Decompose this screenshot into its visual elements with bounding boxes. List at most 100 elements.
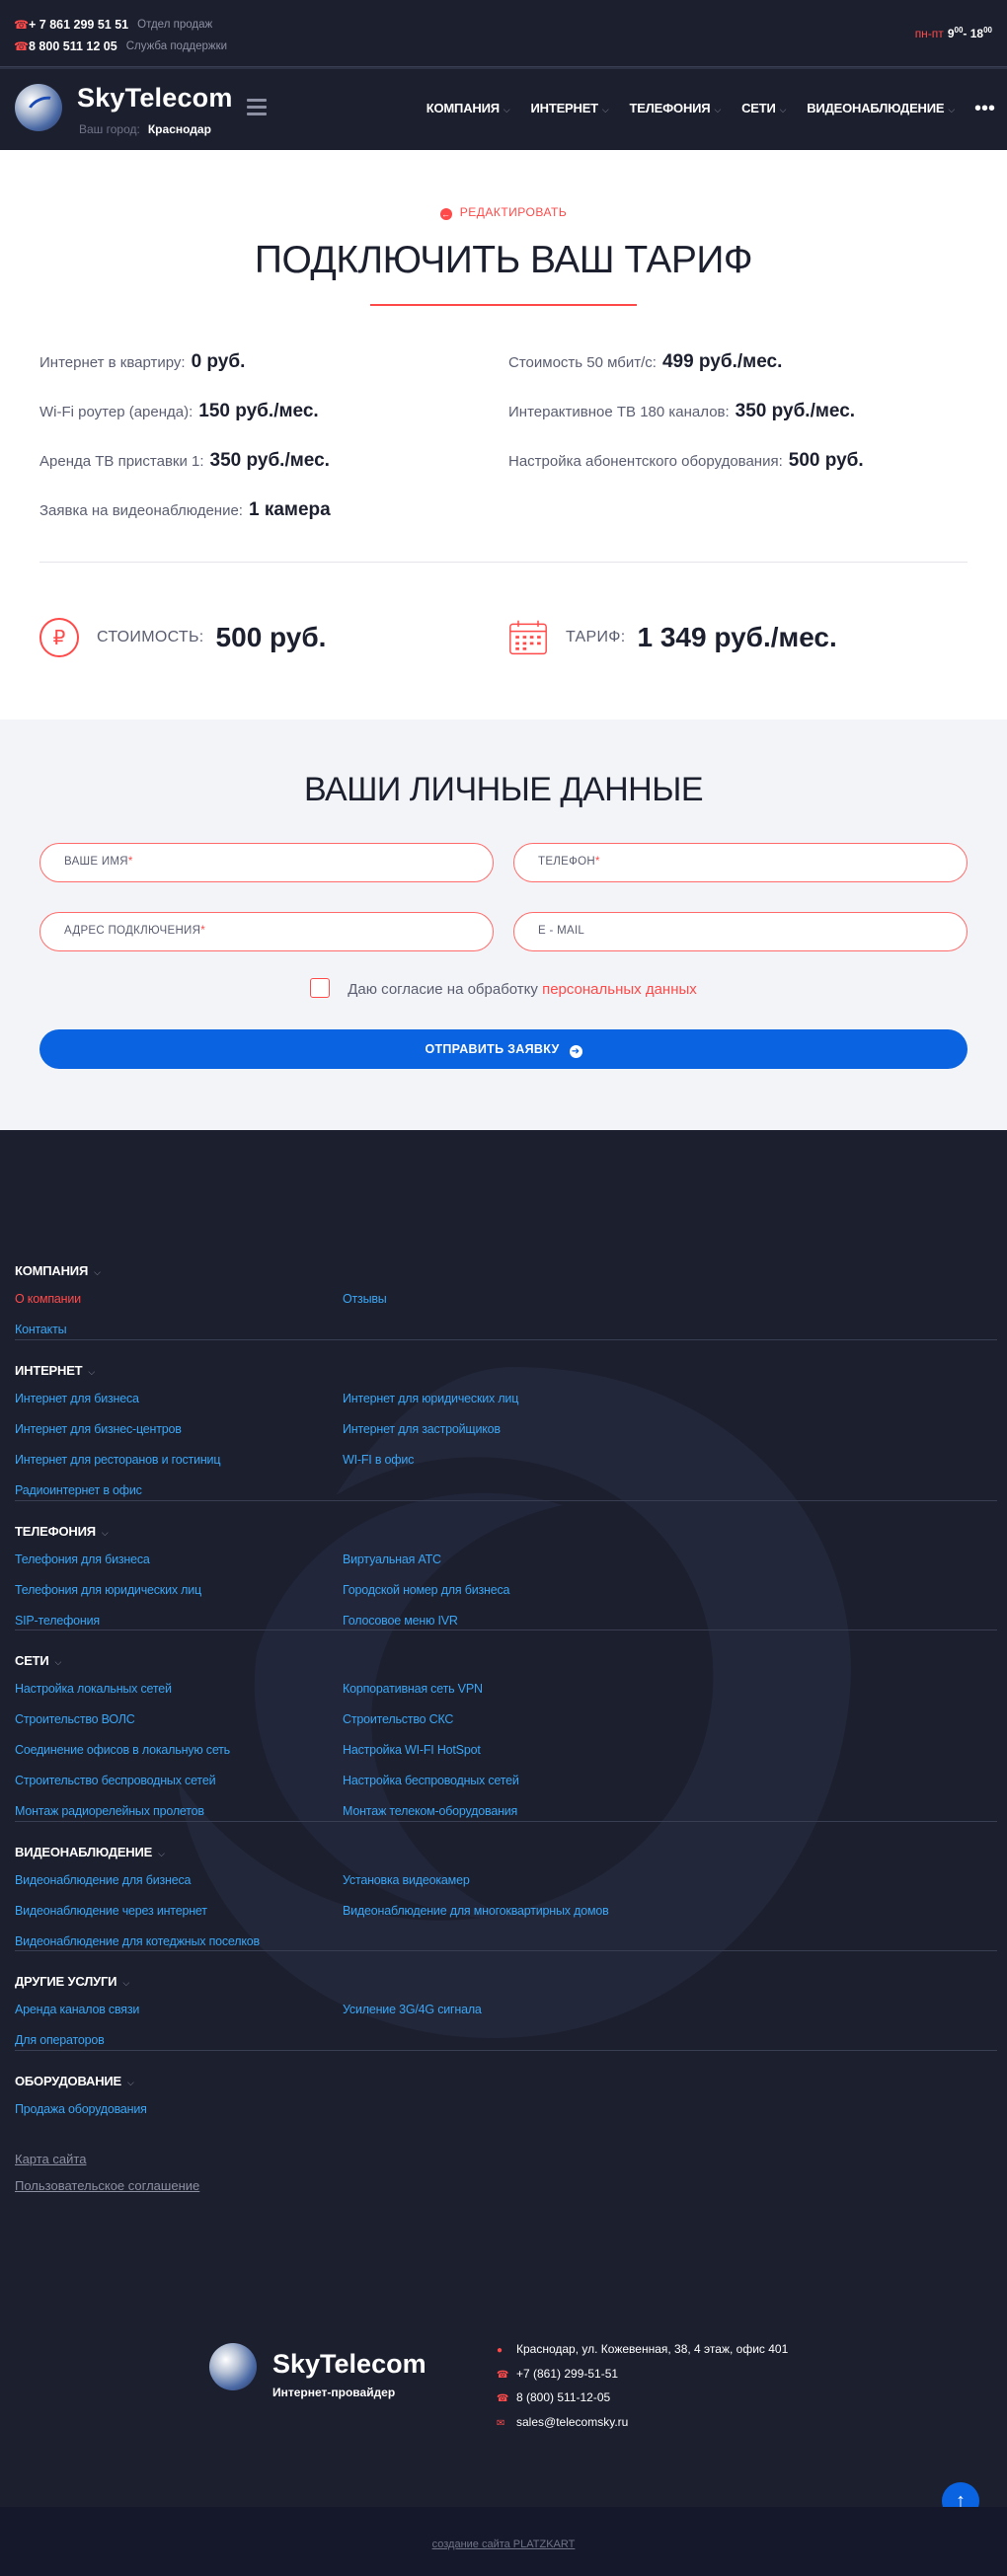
footer-section-title[interactable]: ТЕЛЕФОНИЯ ⌵ [15, 1524, 997, 1542]
phone-text[interactable]: +7 (861) 299-51-51 [516, 2367, 618, 2381]
footer-link[interactable]: Строительство беспроводных сетей [15, 1774, 343, 1804]
section-title-label: ДРУГИЕ УСЛУГИ [15, 1974, 117, 1989]
email-field[interactable]: E - MAIL [513, 912, 968, 951]
footer-link[interactable]: Настройка локальных сетей [15, 1682, 343, 1712]
city-value[interactable]: Краснодар [148, 122, 211, 136]
logo-icon[interactable] [15, 84, 62, 131]
phone-number[interactable]: 8 800 511 12 05 [29, 39, 117, 53]
footer-link[interactable]: Интернет для юридических лиц [343, 1392, 670, 1422]
totals: ₽ СТОИМОСТЬ: 500 руб. ТАРИФ: 1 349 руб./… [39, 618, 977, 657]
chevron-down-icon: ⌵ [122, 1978, 129, 1988]
footer-link[interactable]: Интернет для бизнес-центров [15, 1422, 343, 1453]
footer-link[interactable]: Настройка WI-FI HotSpot [343, 1743, 670, 1774]
footer-link[interactable]: Интернет для застройщиков [343, 1422, 670, 1453]
tariff-item: Wi-Fi роутер (аренда): 150 руб./мес. [39, 401, 508, 422]
contact-email[interactable]: ✉ sales@telecomsky.ru [497, 2415, 788, 2440]
consent-checkbox[interactable] [310, 978, 331, 998]
item-value: 500 руб. [788, 450, 864, 471]
nav-company[interactable]: КОМПАНИЯ ⌵ [426, 101, 510, 115]
footer-link[interactable]: Настройка беспроводных сетей [343, 1774, 670, 1804]
section-title-label: ВИДЕОНАБЛЮДЕНИЕ [15, 1845, 153, 1859]
footer-link[interactable]: Телефония для юридических лиц [15, 1583, 343, 1614]
tariff-section: ← РЕДАКТИРОВАТЬ ПОДКЛЮЧИТЬ ВАШ ТАРИФ Инте… [0, 150, 1007, 720]
footer-link[interactable]: Видеонаблюдение для бизнеса [15, 1873, 343, 1904]
personal-data-form: ВАШИ ЛИЧНЫЕ ДАННЫЕ ВАШЕ ИМЯ* ТЕЛЕФОН* АД… [0, 720, 1007, 1130]
footer-link[interactable]: Виртуальная АТС [343, 1553, 670, 1583]
footer-section-title[interactable]: ОБОРУДОВАНИЕ ⌵ [15, 2074, 997, 2091]
item-label: Аренда ТВ приставки 1: [39, 453, 204, 470]
scroll-to-top-button[interactable]: ↑ [942, 2482, 979, 2507]
footer-section-title[interactable]: СЕТИ ⌵ [15, 1653, 997, 1671]
footer-link[interactable]: Строительство СКС [343, 1712, 670, 1743]
email-placeholder: E - MAIL [538, 925, 585, 937]
contact-phone[interactable]: ☎ +7 (861) 299-51-51 [497, 2367, 788, 2391]
nav-video[interactable]: ВИДЕОНАБЛЮДЕНИЕ ⌵ [807, 101, 955, 115]
footer-logo-text[interactable]: SkyTelecom [272, 2349, 426, 2380]
work-hours: пн-пт 900- 1800 [915, 26, 992, 40]
footer-link[interactable]: Городской номер для бизнеса [343, 1583, 670, 1614]
footer-link[interactable]: Видеонаблюдение для многоквартирных домо… [343, 1904, 670, 1934]
footer-section-title[interactable]: ВИДЕОНАБЛЮДЕНИЕ ⌵ [15, 1845, 997, 1862]
edit-link[interactable]: ← РЕДАКТИРОВАТЬ [0, 205, 1007, 220]
nav-networks[interactable]: СЕТИ ⌵ [741, 101, 786, 115]
top-bar: ☎ + 7 861 299 51 51 Отдел продаж ☎ 8 800… [0, 0, 1007, 67]
divider [39, 562, 968, 563]
city-selector[interactable]: Ваш город: Краснодар [79, 122, 211, 136]
footer-link[interactable]: Интернет для бизнеса [15, 1392, 343, 1422]
nav-label: КОМПАНИЯ [426, 101, 500, 115]
sitemap-link[interactable]: Карта сайта [15, 2152, 86, 2166]
ruble-icon: ₽ [39, 618, 79, 657]
email-text[interactable]: sales@telecomsky.ru [516, 2415, 628, 2429]
nav-label: СЕТИ [741, 101, 776, 115]
footer-link[interactable]: Монтаж радиорелейных пролетов [15, 1804, 343, 1835]
item-value: 350 руб./мес. [209, 450, 330, 471]
footer-section-title[interactable]: ИНТЕРНЕТ ⌵ [15, 1363, 997, 1381]
submit-button[interactable]: ОТПРАВИТЬ ЗАЯВКУ ➜ [39, 1029, 968, 1069]
logo-text[interactable]: SkyTelecom [77, 83, 233, 114]
name-field[interactable]: ВАШЕ ИМЯ* [39, 843, 494, 882]
footer-link[interactable]: Интернет для ресторанов и гостиниц [15, 1453, 343, 1483]
nav-telephony[interactable]: ТЕЛЕФОНИЯ ⌵ [630, 101, 722, 115]
form-title: ВАШИ ЛИЧНЫЕ ДАННЫЕ [303, 771, 704, 808]
footer-logo-icon[interactable] [209, 2343, 257, 2390]
footer-link[interactable]: Усиление 3G/4G сигнала [343, 2003, 670, 2033]
footer-link[interactable]: Монтаж телеком-оборудования [343, 1804, 670, 1835]
required-mark: * [200, 925, 206, 937]
name-placeholder: ВАШЕ ИМЯ [64, 856, 128, 868]
phone-support[interactable]: ☎ 8 800 511 12 05 Служба поддержки [14, 36, 227, 57]
footer-link[interactable]: Установка видеокамер [343, 1873, 670, 1904]
footer-link[interactable]: Радиоинтернет в офис [15, 1483, 343, 1514]
contact-phone[interactable]: ☎ 8 (800) 511-12-05 [497, 2390, 788, 2415]
phone-field[interactable]: ТЕЛЕФОН* [513, 843, 968, 882]
menu-burger-icon[interactable] [247, 99, 267, 119]
phone-text[interactable]: 8 (800) 511-12-05 [516, 2390, 610, 2404]
footer-link[interactable]: О компании [15, 1292, 343, 1323]
phone-sales[interactable]: ☎ + 7 861 299 51 51 Отдел продаж [14, 14, 227, 36]
footer-divider [15, 1629, 997, 1630]
address-field[interactable]: АДРЕС ПОДКЛЮЧЕНИЯ* [39, 912, 494, 951]
footer-link[interactable]: Аренда каналов связи [15, 2003, 343, 2033]
developer-link[interactable]: создание сайта PLATZKART [0, 2538, 1007, 2550]
footer-link[interactable]: Телефония для бизнеса [15, 1553, 343, 1583]
footer-section-title[interactable]: КОМПАНИЯ ⌵ [15, 1263, 997, 1281]
footer-link[interactable]: Контакты [15, 1323, 343, 1353]
main-nav: КОМПАНИЯ ⌵ ИНТЕРНЕТ ⌵ ТЕЛЕФОНИЯ ⌵ СЕТИ ⌵ ВИД… [406, 99, 995, 118]
footer-link[interactable]: Видеонаблюдение через интернет [15, 1904, 343, 1934]
agreement-link[interactable]: Пользовательское соглашение [15, 2178, 199, 2193]
tariff-item: Стоимость 50 мбит/с: 499 руб./мес. [508, 351, 977, 373]
footer-link[interactable]: Строительство ВОЛС [15, 1712, 343, 1743]
footer-link[interactable]: Корпоративная сеть VPN [343, 1682, 670, 1712]
footer-link[interactable]: Для операторов [15, 2033, 343, 2064]
footer-link[interactable]: Отзывы [343, 1292, 670, 1323]
footer-link[interactable]: Соединение офисов в локальную сеть [15, 1743, 343, 1774]
more-icon[interactable]: ••• [974, 99, 995, 118]
footer-link[interactable]: WI-FI в офис [343, 1453, 670, 1483]
footer-link[interactable]: Продажа оборудования [15, 2102, 343, 2133]
footer-section-title[interactable]: ДРУГИЕ УСЛУГИ ⌵ [15, 1974, 997, 1992]
tariff-value: 1 349 руб./мес. [637, 622, 837, 652]
personal-data-link[interactable]: персональных данных [542, 981, 697, 998]
footer-logo-subtitle: Интернет-провайдер [272, 2386, 396, 2399]
phone-number[interactable]: + 7 861 299 51 51 [29, 18, 128, 32]
nav-internet[interactable]: ИНТЕРНЕТ ⌵ [531, 101, 609, 115]
footer-bottom: создание сайта PLATZKART [0, 2507, 1007, 2576]
